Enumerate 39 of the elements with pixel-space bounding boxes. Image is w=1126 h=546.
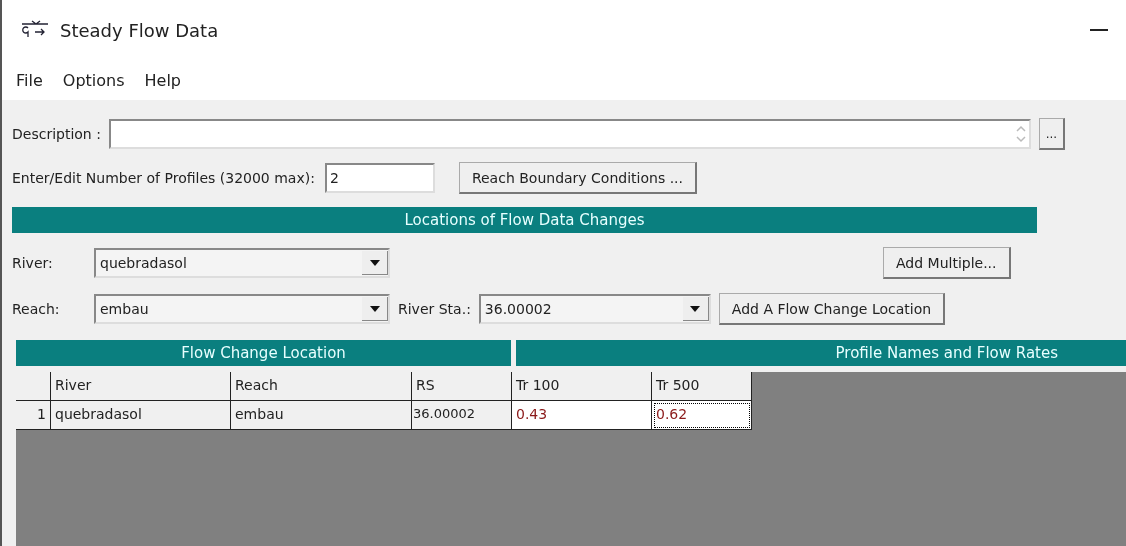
river-station-dropdown[interactable]: 36.00002	[478, 294, 711, 324]
table-header: Flow Change Location	[16, 340, 511, 366]
column-header: Reach	[231, 372, 412, 401]
column-header: Tr 500	[652, 372, 752, 401]
table-header: Profile Names and Flow Rates	[516, 340, 1126, 366]
add-location-button[interactable]: Add A Flow Change Location	[718, 293, 946, 325]
caret-icon	[369, 259, 380, 266]
table-cell: embau	[231, 401, 412, 430]
menu-item[interactable]: File	[16, 70, 43, 90]
dropdown-button[interactable]	[362, 297, 388, 321]
add-multiple-button[interactable]: Add Multiple...	[883, 247, 1011, 279]
boundary-conditions-button[interactable]: Reach Boundary Conditions ...	[458, 162, 697, 194]
app-icon	[20, 20, 50, 40]
reach-dropdown[interactable]: embau	[94, 294, 390, 324]
dropdown-button[interactable]	[682, 297, 709, 321]
more-button[interactable]: ...	[1038, 118, 1065, 150]
profiles-field[interactable]: 2	[324, 163, 435, 193]
river-label: River:	[12, 255, 54, 271]
column-header: RS	[412, 372, 512, 401]
dropdown-button[interactable]	[362, 251, 388, 275]
column-header: Tr 100	[512, 372, 652, 401]
caret-icon	[369, 305, 380, 312]
column-header: River	[51, 372, 231, 401]
table-cell: quebradasol	[51, 401, 231, 430]
reach-label: Reach:	[12, 301, 61, 317]
flow-cell[interactable]: 0.43	[512, 401, 652, 430]
table-cell: 36.00002	[412, 401, 512, 430]
river-station-label: River Sta.:	[398, 301, 471, 317]
window-title: Steady Flow Data	[60, 19, 220, 41]
description-label: Description :	[12, 126, 101, 142]
river-dropdown[interactable]: quebradasol	[94, 248, 390, 278]
section-header: Locations of Flow Data Changes	[12, 207, 1037, 233]
menu-item[interactable]: Options	[62, 70, 125, 90]
menu-item[interactable]: Help	[144, 70, 181, 90]
caret-icon	[690, 305, 701, 312]
flow-cell[interactable]: 0.62	[652, 401, 752, 430]
row-number: 1	[16, 401, 51, 430]
description-field[interactable]	[108, 119, 1031, 149]
profiles-label: Enter/Edit Number of Profiles (32000 max):	[12, 170, 315, 186]
